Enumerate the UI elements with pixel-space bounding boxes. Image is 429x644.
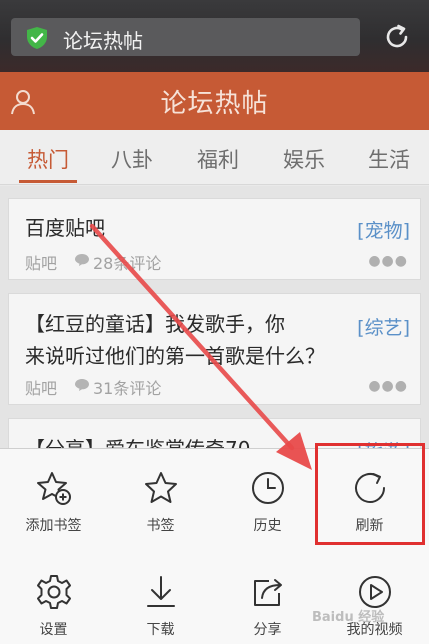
tab-life[interactable]: 生活 bbox=[368, 144, 410, 174]
active-tab-indicator bbox=[19, 180, 77, 183]
menu-label: 添加书签 bbox=[25, 518, 82, 534]
menu-label: 分享 bbox=[253, 622, 282, 638]
bookmarks-button[interactable]: 书签 bbox=[107, 469, 214, 535]
browser-toolbar: 论坛热帖 bbox=[0, 0, 429, 72]
post-title-line: 来说听过他们的第一首歌是什么？ bbox=[25, 344, 325, 368]
tab-entertainment[interactable]: 娱乐 bbox=[283, 144, 325, 174]
address-bar[interactable]: 论坛热帖 bbox=[11, 18, 360, 56]
watermark: Baidu 经验 bbox=[312, 610, 385, 625]
comment-icon bbox=[75, 254, 89, 266]
comment-count: 31条评论 bbox=[93, 379, 162, 398]
settings-button[interactable]: 设置 bbox=[0, 573, 107, 639]
tab-hot[interactable]: 热门 bbox=[27, 144, 69, 174]
address-text: 论坛热帖 bbox=[63, 29, 143, 53]
add-bookmark-icon bbox=[36, 472, 71, 505]
comment-icon bbox=[75, 379, 89, 391]
post-source: 贴吧 bbox=[25, 379, 58, 398]
menu-label: 历史 bbox=[253, 518, 282, 534]
more-icon[interactable]: ●●● bbox=[368, 253, 408, 269]
star-icon bbox=[144, 472, 177, 503]
share-icon bbox=[253, 579, 282, 606]
post-card[interactable]: 【红豆的童话】我发歌手，你 来说听过他们的第一首歌是什么？ [综艺] 贴吧 31… bbox=[8, 293, 421, 405]
more-icon[interactable]: ●●● bbox=[368, 378, 408, 394]
post-card[interactable]: 百度贴吧 [宠物] 贴吧 28条评论 ●●● bbox=[8, 198, 421, 280]
comment-count: 28条评论 bbox=[93, 254, 162, 273]
add-bookmark-button[interactable]: 添加书签 bbox=[0, 469, 107, 535]
reload-icon[interactable] bbox=[382, 22, 412, 52]
history-button[interactable]: 历史 bbox=[214, 469, 321, 535]
share-button[interactable]: 分享 bbox=[214, 573, 321, 639]
download-button[interactable]: 下载 bbox=[107, 573, 214, 639]
post-source: 贴吧 bbox=[25, 254, 58, 273]
post-title-line: 【红豆的童话】我发歌手，你 bbox=[25, 312, 285, 336]
post-tag[interactable]: [综艺] bbox=[357, 313, 410, 340]
tab-welfare[interactable]: 福利 bbox=[197, 144, 239, 174]
clock-icon bbox=[251, 472, 284, 504]
app-header: 论坛热帖 bbox=[0, 72, 429, 130]
gear-icon bbox=[36, 575, 71, 609]
tab-gossip[interactable]: 八卦 bbox=[111, 144, 153, 174]
highlight-box bbox=[315, 443, 425, 545]
post-feed: 百度贴吧 [宠物] 贴吧 28条评论 ●●● 【红豆的童话】我发歌手，你 来说听… bbox=[0, 186, 429, 478]
download-icon bbox=[146, 576, 175, 607]
shield-check-icon bbox=[27, 27, 47, 49]
menu-label: 设置 bbox=[39, 622, 68, 638]
menu-label: 下载 bbox=[146, 622, 175, 638]
page-title: 论坛热帖 bbox=[160, 89, 269, 119]
menu-label: 书签 bbox=[146, 518, 175, 534]
category-tabs: 热门 八卦 福利 娱乐 生活 bbox=[0, 130, 429, 185]
post-tag[interactable]: [宠物] bbox=[357, 216, 410, 243]
post-title: 百度贴吧 bbox=[25, 216, 105, 240]
